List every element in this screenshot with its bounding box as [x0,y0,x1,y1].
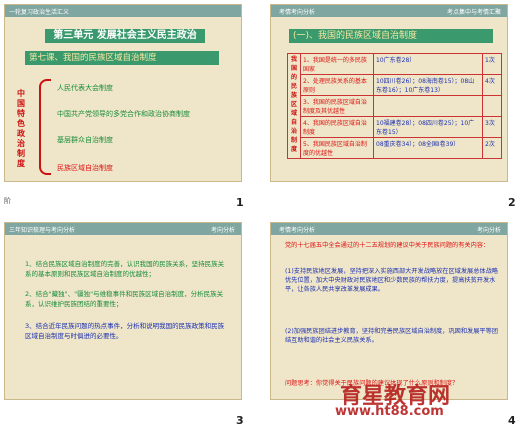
watermark-url: www.ht88.com [335,404,444,419]
table-cell: 10广东卷28） [373,53,483,75]
slide-1-item: 基层群众自治制度 [57,136,113,144]
slide-2-heading: (一)、我国的民族区域自治制度 [289,29,493,43]
slide-1-brace [39,79,51,175]
slide-4-number: 4 [508,414,516,427]
slide-3-topbar: 三年知识梳理与考向分析 考向分析 [5,223,241,235]
slide-4-topbar-right: 考向分析 [476,227,501,234]
slide-1-topbar-text: 一轮复习政治生活汇义 [9,9,70,16]
slide-3-topbar-left: 三年知识梳理与考向分析 [9,227,76,234]
slide-2-table: 我国的民族区域自治制度 1、我国是统一的多民族国家 10广东卷28） 1次 2、… [287,53,502,159]
slide-4[interactable]: 考情考向分析 考向分析 党的十七届五中全会通过的十二五规划的建议中关于民族问题的… [270,222,508,400]
table-cell: 10福建卷28）；08四川卷25）；10广东卷15） [373,116,483,138]
table-row: 3、我国的民族区域自治制度及其优越性 [288,95,502,117]
slide-1-item: 中国共产党领导的多党合作和政治协商制度 [57,110,190,118]
slide-4-paragraph: (1)支持民族地区发展，坚持把深入实施西部大开发战略放在区域发展总体战略优先位置… [285,268,498,293]
side-mark: 阶 [4,197,11,205]
slide-2-topbar-right: 考点集中与考情汇聚 [446,9,501,16]
slide-2-topbar-left: 考情考向分析 [279,9,316,16]
table-row: 4、我国的民族区域自治制度 10福建卷28）；08四川卷25）；10广东卷15）… [288,116,502,138]
slide-4-lead: 党的十七届五中全会通过的十二五规划的建议中关于民族问题的有关内容： [285,242,490,249]
table-cell: 5、我国民族区域自治制度的优越性 [300,137,374,159]
table-cell [482,95,502,117]
table-cell: 1、我国是统一的多民族国家 [300,53,374,75]
slide-3-topbar-right: 考向分析 [210,227,235,234]
slide-2-number: 2 [508,196,516,209]
table-row: 5、我国民族区域自治制度的优越性 08重庆卷34）；08全国I卷39） 2次 [288,137,502,159]
slide-3-item: 3、结合近年民族问题的热点事件，分析和说明我国的民族政策和民族区域自治制度与时俱… [25,322,225,340]
table-cell: 4、我国的民族区域自治制度 [300,116,374,138]
slide-3-item: 2、结合"藏独"、"疆独"与维稳事件和民族区域自治制度，分析民族关系，认识维护民… [25,290,224,308]
slide-1-item: 民族区域自治制度 [57,164,113,172]
slide-2[interactable]: 考情考向分析 考点集中与考情汇聚 (一)、我国的民族区域自治制度 我国的民族区域… [270,4,508,182]
table-cell [373,95,483,117]
table-cell: 08重庆卷34）；08全国I卷39） [373,137,483,159]
table-cell: 2、处理民族关系的基本原则 [300,74,374,96]
slide-2-topbar: 考情考向分析 考点集中与考情汇聚 [271,5,507,17]
table-cell: 1次 [482,53,502,75]
slide-1-item: 人民代表大会制度 [57,84,113,92]
table-cell: 3次 [482,116,502,138]
slide-1-number: 1 [236,196,244,209]
slide-3-item: 1、结合民族区域自治制度的完善，认识我国的民族关系，坚持民族关系的基本原则和民族… [25,260,225,278]
table-cell: 10四川卷26）；08海南卷15）；08山东卷16）；10广东卷13） [373,74,483,96]
table-cell: 3、我国的民族区域自治制度及其优越性 [300,95,374,117]
table-row: 2、处理民族关系的基本原则 10四川卷26）；08海南卷15）；08山东卷16）… [288,74,502,96]
slide-1-vertical-label: 中国特色政治制度 [17,89,25,168]
slide-3[interactable]: 三年知识梳理与考向分析 考向分析 1、结合民族区域自治制度的完善，认识我国的民族… [4,222,242,400]
slide-1-subtitle: 第七课、我国的民族区域自治制度 [25,51,219,65]
slide-1[interactable]: 一轮复习政治生活汇义 第三单元 发展社会主义民主政治 第七课、我国的民族区域自治… [4,4,242,182]
slide-4-topbar: 考情考向分析 考向分析 [271,223,507,235]
slide-4-topbar-left: 考情考向分析 [279,227,316,234]
table-cell: 4次 [482,74,502,96]
table-row: 我国的民族区域自治制度 1、我国是统一的多民族国家 10广东卷28） 1次 [287,53,502,159]
slide-3-number: 3 [236,414,244,427]
slide-1-title: 第三单元 发展社会主义民主政治 [45,29,205,43]
slide-4-paragraph: (2)加强民族团结进步教育，坚持和完善民族区域自治制度，巩固和发展平等团结互助和… [285,328,498,344]
table-cell: 2次 [482,137,502,159]
slide-2-vertical-label: 我国的民族区域自治制度 [287,53,301,159]
slide-1-topbar: 一轮复习政治生活汇义 [5,5,241,17]
